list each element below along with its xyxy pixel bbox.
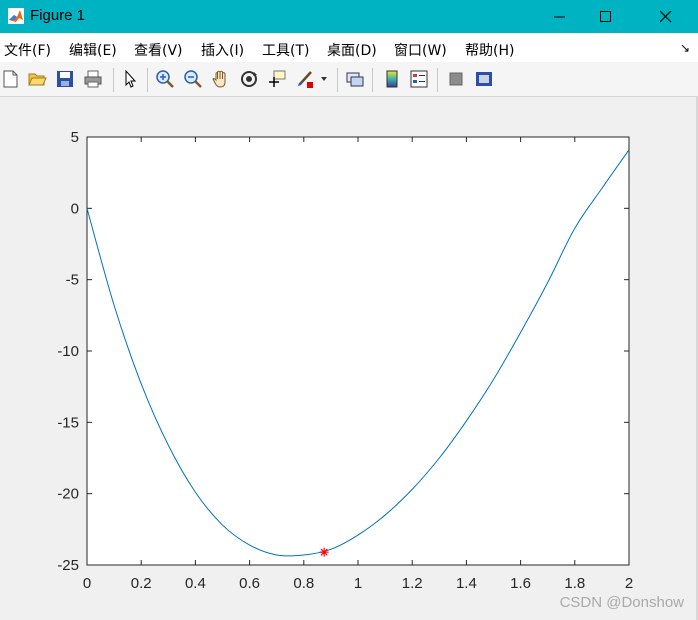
x-tick-label: 1 — [354, 575, 362, 592]
y-tick-label: -15 — [57, 414, 79, 431]
y-tick-label: -5 — [66, 272, 79, 289]
line-plot[interactable]: 0 0.2 0.4 0.6 0.8 1 1.2 1.4 1.6 1.8 2 5 0 -5 -10 -15 -2… — [0, 0, 698, 620]
y-tick-label: -10 — [57, 343, 79, 360]
x-tick-label: 1.4 — [456, 575, 477, 592]
axes-box[interactable] — [86, 136, 630, 566]
x-tick-label: 1.2 — [402, 575, 423, 592]
y-tick-label: 0 — [71, 200, 79, 217]
watermark: CSDN @Donshow — [559, 594, 684, 611]
x-tick-label: 0.6 — [239, 575, 260, 592]
y-tick-label: -20 — [57, 486, 79, 503]
y-tick-label: 5 — [71, 129, 79, 146]
x-tick-label: 0 — [83, 575, 91, 592]
x-tick-label: 1.8 — [564, 575, 585, 592]
y-tick-label: -25 — [57, 557, 79, 574]
x-tick-label: 0.2 — [131, 575, 152, 592]
x-tick-label: 0.8 — [293, 575, 314, 592]
x-tick-label: 2 — [625, 575, 633, 592]
x-tick-label: 0.4 — [185, 575, 206, 592]
x-tick-label: 1.6 — [510, 575, 531, 592]
